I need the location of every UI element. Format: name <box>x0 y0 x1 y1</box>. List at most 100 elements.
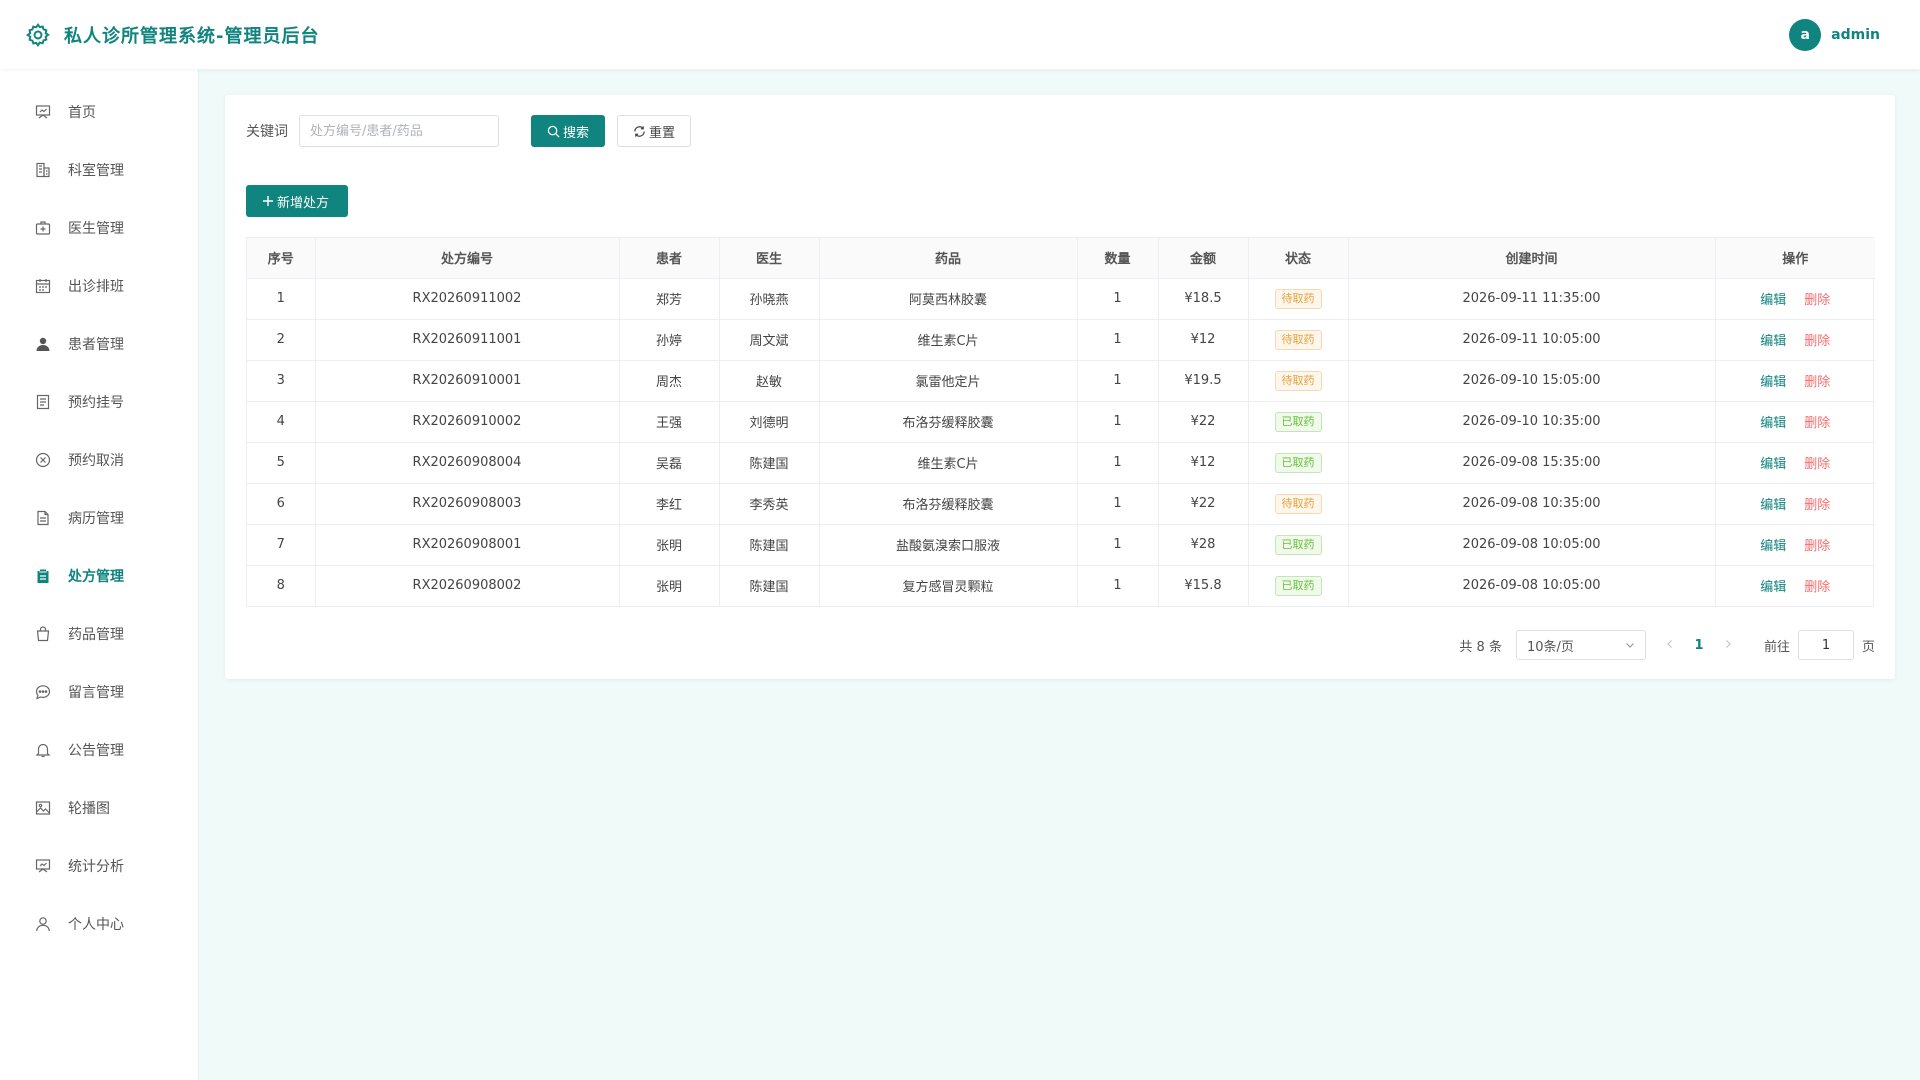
edit-link[interactable]: 编辑 <box>1760 334 1786 349</box>
plus-icon <box>263 196 273 206</box>
edit-link[interactable]: 编辑 <box>1760 457 1786 472</box>
cell-index: 3 <box>247 360 316 402</box>
cell-code: RX20260910001 <box>315 360 620 402</box>
sidebar-item-patients[interactable]: 患者管理 <box>0 315 198 373</box>
delete-link[interactable]: 删除 <box>1804 580 1830 595</box>
cell-status: 待取药 <box>1248 278 1349 320</box>
sidebar-item-label: 公告管理 <box>68 743 124 759</box>
cell-actions: 编辑 删除 <box>1715 360 1875 402</box>
pagination: 共 8 条 10条/页 1 前往 页 <box>1459 629 1875 661</box>
sidebar-item-label: 出诊排班 <box>68 279 124 295</box>
cell-patient: 周杰 <box>619 360 720 402</box>
cell-code: RX20260910002 <box>315 401 620 443</box>
sidebar-item-label: 患者管理 <box>68 337 124 353</box>
cell-actions: 编辑 删除 <box>1715 565 1875 606</box>
page-number-current[interactable]: 1 <box>1684 638 1714 653</box>
next-page-button[interactable] <box>1714 638 1742 653</box>
search-bar: 关键词 搜索 重置 <box>246 115 691 147</box>
cell-created: 2026-09-11 10:05:00 <box>1348 319 1716 361</box>
sidebar-item-cancellations[interactable]: 预约取消 <box>0 431 198 489</box>
sidebar-item-profile[interactable]: 个人中心 <box>0 895 198 953</box>
status-badge: 已取药 <box>1274 411 1322 432</box>
prev-page-button[interactable] <box>1656 638 1684 653</box>
sidebar-item-statistics[interactable]: 统计分析 <box>0 837 198 895</box>
cell-quantity: 1 <box>1077 278 1159 320</box>
sidebar-item-announcements[interactable]: 公告管理 <box>0 721 198 779</box>
app-title: 私人诊所管理系统-管理员后台 <box>64 25 320 47</box>
cell-created: 2026-09-08 15:35:00 <box>1348 442 1716 484</box>
delete-link[interactable]: 删除 <box>1804 293 1830 308</box>
cell-amount: ¥19.5 <box>1158 360 1249 402</box>
sidebar-item-records[interactable]: 病历管理 <box>0 489 198 547</box>
edit-link[interactable]: 编辑 <box>1760 416 1786 431</box>
column-header-amount: 金额 <box>1158 238 1249 279</box>
delete-link[interactable]: 删除 <box>1804 539 1830 554</box>
user-menu[interactable]: a admin <box>1789 18 1880 51</box>
sidebar-item-label: 首页 <box>68 105 96 121</box>
sidebar-item-messages[interactable]: 留言管理 <box>0 663 198 721</box>
file-text-icon <box>34 509 52 527</box>
cell-index: 8 <box>247 565 316 606</box>
table-row: 3 RX20260910001 周杰 赵敏 氯雷他定片 1 ¥19.5 待取药 2026-09-… <box>247 360 1875 402</box>
column-header-patient: 患者 <box>619 238 720 279</box>
cell-quantity: 1 <box>1077 401 1159 443</box>
goto-suffix: 页 <box>1861 639 1875 655</box>
sidebar-item-doctors[interactable]: 医生管理 <box>0 199 198 257</box>
cell-patient: 张明 <box>619 524 720 566</box>
column-header-actions: 操作 <box>1715 238 1875 279</box>
delete-link[interactable]: 删除 <box>1804 457 1830 472</box>
cell-amount: ¥28 <box>1158 524 1249 566</box>
edit-link[interactable]: 编辑 <box>1760 498 1786 513</box>
page-size-select[interactable]: 10条/页 <box>1515 630 1646 660</box>
search-input[interactable] <box>299 115 499 147</box>
delete-link[interactable]: 删除 <box>1804 498 1830 513</box>
table-row: 6 RX20260908003 李红 李秀英 布洛芬缓释胶囊 1 ¥22 待取药 2026-09… <box>247 483 1875 525</box>
delete-link[interactable]: 删除 <box>1804 334 1830 349</box>
cell-drug: 氯雷他定片 <box>819 360 1078 402</box>
sidebar-item-drugs[interactable]: 药品管理 <box>0 605 198 663</box>
cell-quantity: 1 <box>1077 442 1159 484</box>
sidebar-item-home[interactable]: 首页 <box>0 83 198 141</box>
search-button[interactable]: 搜索 <box>531 115 605 147</box>
cell-amount: ¥12 <box>1158 442 1249 484</box>
cell-code: RX20260911002 <box>315 278 620 320</box>
cell-quantity: 1 <box>1077 483 1159 525</box>
edit-link[interactable]: 编辑 <box>1760 580 1786 595</box>
username[interactable]: admin <box>1831 27 1880 43</box>
edit-link[interactable]: 编辑 <box>1760 375 1786 390</box>
chevron-right-icon <box>1726 639 1731 648</box>
reset-button[interactable]: 重置 <box>617 115 691 147</box>
sidebar-item-prescriptions[interactable]: 处方管理 <box>0 547 198 605</box>
refresh-icon <box>634 125 645 137</box>
bell-icon <box>34 741 52 759</box>
cell-quantity: 1 <box>1077 319 1159 361</box>
sidebar-item-carousel[interactable]: 轮播图 <box>0 779 198 837</box>
edit-link[interactable]: 编辑 <box>1760 539 1786 554</box>
column-header-status: 状态 <box>1248 238 1349 279</box>
cell-status: 待取药 <box>1248 360 1349 402</box>
cell-actions: 编辑 删除 <box>1715 442 1875 484</box>
edit-link[interactable]: 编辑 <box>1760 293 1786 308</box>
column-header-code: 处方编号 <box>315 238 620 279</box>
cell-drug: 布洛芬缓释胶囊 <box>819 483 1078 525</box>
user-outline-icon <box>34 915 52 933</box>
goto-page-input[interactable] <box>1797 630 1854 660</box>
sidebar-item-schedule[interactable]: 出诊排班 <box>0 257 198 315</box>
add-prescription-button[interactable]: 新增处方 <box>246 185 348 217</box>
sidebar-item-appointments[interactable]: 预约挂号 <box>0 373 198 431</box>
cell-quantity: 1 <box>1077 360 1159 402</box>
sidebar-item-label: 统计分析 <box>68 859 124 875</box>
cell-status: 已取药 <box>1248 401 1349 443</box>
sidebar-item-departments[interactable]: 科室管理 <box>0 141 198 199</box>
status-badge: 待取药 <box>1274 370 1322 391</box>
cell-created: 2026-09-08 10:35:00 <box>1348 483 1716 525</box>
delete-link[interactable]: 删除 <box>1804 416 1830 431</box>
add-button-label: 新增处方 <box>277 195 330 211</box>
cell-doctor: 陈建国 <box>719 442 820 484</box>
chat-bubble-icon <box>34 683 52 701</box>
cell-actions: 编辑 删除 <box>1715 401 1875 443</box>
cell-doctor: 李秀英 <box>719 483 820 525</box>
cell-created: 2026-09-10 10:35:00 <box>1348 401 1716 443</box>
avatar[interactable]: a <box>1789 18 1822 51</box>
delete-link[interactable]: 删除 <box>1804 375 1830 390</box>
